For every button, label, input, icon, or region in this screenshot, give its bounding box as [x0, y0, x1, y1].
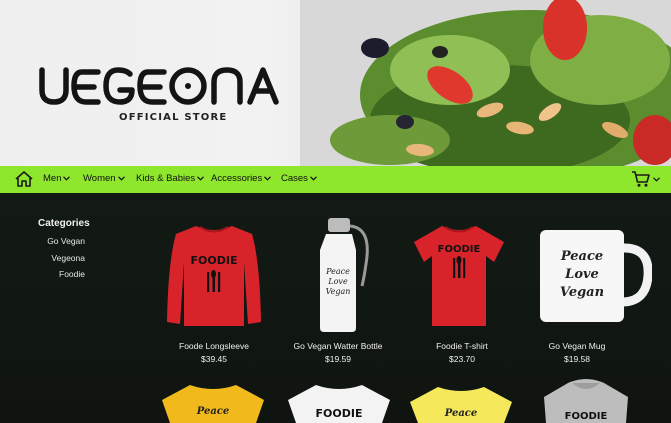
category-link-go-vegan[interactable]: Go Vegan	[25, 236, 85, 246]
chevron-down-icon[interactable]	[653, 177, 660, 182]
print-text: FOODIE	[438, 244, 481, 255]
product-name[interactable]: Foode Longsleeve	[151, 341, 277, 351]
product-price: $19.58	[564, 354, 590, 364]
product-price: $39.45	[201, 354, 227, 364]
svg-text:Vegan: Vegan	[326, 287, 351, 296]
print-text: FOODIE	[191, 254, 238, 267]
svg-text:Peace: Peace	[560, 249, 603, 264]
svg-text:Peace: Peace	[325, 267, 350, 276]
product-name[interactable]: Go Vegan Mug	[527, 341, 627, 351]
product-image-yellow-tshirt[interactable]: Peace	[160, 384, 266, 423]
nav-item-kids-babies[interactable]: Kids & Babies	[136, 173, 205, 184]
product-image-tshirt[interactable]: FOODIE	[410, 222, 508, 328]
chevron-down-icon	[63, 176, 71, 181]
product-price: $23.70	[449, 354, 475, 364]
product-image-mug[interactable]: Peace Love Vegan	[538, 226, 652, 324]
cart-icon[interactable]	[631, 170, 651, 188]
product-card[interactable]: Go Vegan Watter Bottle $19.59	[278, 341, 398, 364]
nav-item-cases[interactable]: Cases	[281, 173, 317, 184]
svg-text:Peace: Peace	[444, 408, 478, 419]
chevron-down-icon	[117, 176, 125, 181]
nav-label: Cases	[281, 173, 308, 184]
svg-text:FOODIE: FOODIE	[565, 411, 608, 422]
svg-text:Peace: Peace	[196, 406, 230, 417]
product-image-grey-hoodie[interactable]: FOODIE	[540, 379, 632, 423]
main-nav: Men Women Kids & Babies Accessories Case…	[0, 166, 671, 193]
product-card[interactable]: Go Vegan Mug $19.58	[527, 341, 627, 364]
svg-text:Vegan: Vegan	[560, 285, 604, 300]
salad-photo	[300, 0, 671, 166]
nav-label: Kids & Babies	[136, 173, 196, 184]
category-link-foodie[interactable]: Foodie	[25, 269, 85, 279]
product-price: $19.59	[325, 354, 351, 364]
vegeona-logo	[39, 67, 279, 105]
home-icon[interactable]	[14, 170, 34, 188]
category-link-vegeona[interactable]: Vegeona	[25, 253, 85, 263]
nav-label: Women	[83, 173, 116, 184]
store-subtitle: OFFICIAL STORE	[119, 112, 228, 123]
product-image-white-tshirt[interactable]: FOODIE	[286, 384, 392, 423]
product-name[interactable]: Foodie T-shirt	[397, 341, 527, 351]
nav-item-women[interactable]: Women	[83, 173, 125, 184]
nav-label: Accessories	[211, 173, 263, 184]
nav-label: Men	[43, 173, 62, 184]
product-image-longsleeve[interactable]: FOODIE	[166, 222, 262, 328]
hero-banner: OFFICIAL STORE	[0, 0, 671, 166]
chevron-down-icon	[197, 176, 205, 181]
nav-item-men[interactable]: Men	[43, 173, 71, 184]
svg-text:Love: Love	[564, 267, 599, 282]
svg-text:Love: Love	[327, 277, 348, 286]
product-card[interactable]: Foodie T-shirt $23.70	[397, 341, 527, 364]
product-name[interactable]: Go Vegan Watter Bottle	[278, 341, 398, 351]
chevron-down-icon	[264, 176, 272, 181]
svg-text:FOODIE: FOODIE	[316, 407, 363, 420]
nav-item-accessories[interactable]: Accessories	[211, 173, 272, 184]
chevron-down-icon	[310, 176, 317, 181]
product-image-yellow-tshirt-2[interactable]: Peace	[408, 386, 514, 423]
categories-heading: Categories	[38, 218, 90, 229]
product-card[interactable]: Foode Longsleeve $39.45	[151, 341, 277, 364]
product-image-water-bottle[interactable]: Peace Love Vegan	[316, 216, 378, 334]
